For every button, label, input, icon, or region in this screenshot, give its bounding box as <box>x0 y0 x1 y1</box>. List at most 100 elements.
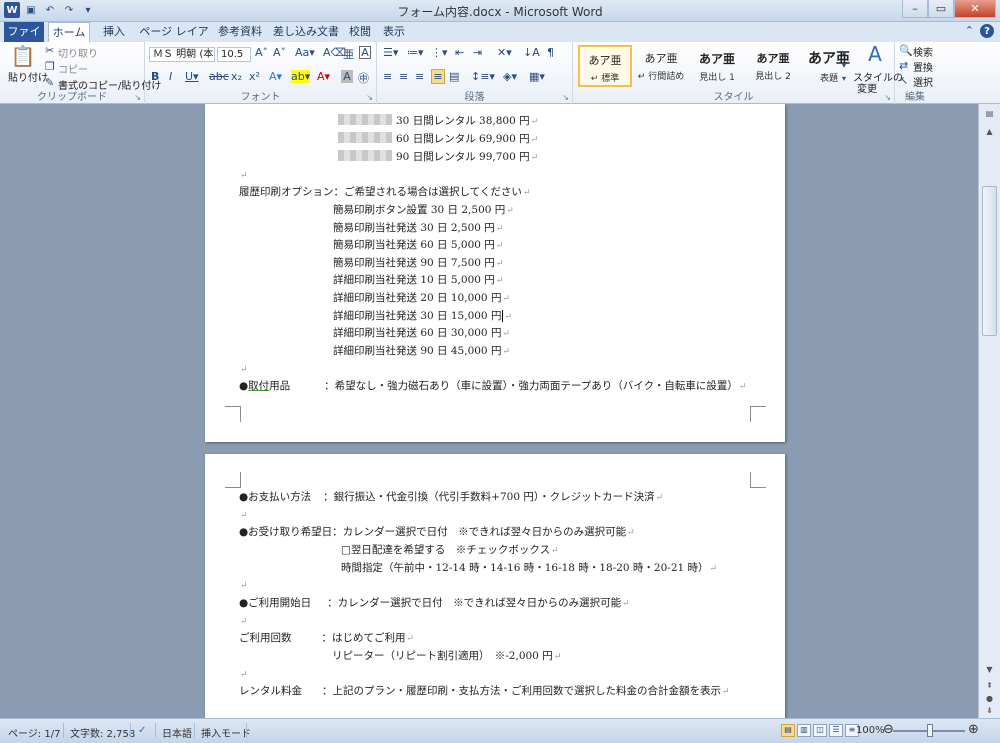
style-title[interactable]: あア亜 表題 <box>802 45 856 87</box>
zoom-in-icon[interactable]: ⊕ <box>968 722 979 737</box>
cut-button[interactable]: 切り取り <box>58 45 98 60</box>
paste-icon[interactable]: 📋 <box>10 44 36 68</box>
shrink-font-icon[interactable]: A˅ <box>273 46 286 59</box>
web-layout-icon[interactable]: ◫ <box>813 724 827 737</box>
enclose-char-icon[interactable]: ㊥ <box>358 70 369 86</box>
replace-icon[interactable]: ⇄ <box>899 59 908 72</box>
paste-button[interactable]: 貼り付け <box>8 69 48 84</box>
show-marks-icon[interactable]: ¶ <box>547 46 554 59</box>
minimize-ribbon-icon[interactable]: ⌃ <box>965 24 974 38</box>
multilevel-list-icon[interactable]: ⋮▾ <box>431 46 448 59</box>
page-2[interactable]: ●お支払い方法 ：銀行振込・代金引換（代引手数料+700 円）・クレジットカード決… <box>205 454 785 718</box>
align-center-icon[interactable]: ≡ <box>399 70 408 83</box>
tab-view[interactable]: 表示 <box>378 22 410 42</box>
page-count[interactable]: ページ: 1/7 <box>8 725 60 740</box>
help-icon[interactable]: ? <box>980 24 994 38</box>
browse-object-icon[interactable]: ● <box>982 693 997 705</box>
change-case-icon[interactable]: Aa▾ <box>295 46 315 59</box>
font-size-combo[interactable]: 10.5 <box>217 47 251 62</box>
style-no-spacing[interactable]: あア亜 ↵ 行間詰め <box>634 45 688 87</box>
bold-icon[interactable]: B <box>151 70 159 83</box>
change-styles-icon[interactable]: A <box>855 42 895 66</box>
full-screen-reading-icon[interactable]: ▥ <box>797 724 811 737</box>
word-count[interactable]: 文字数: 2,758 <box>70 725 135 740</box>
replace-button[interactable]: 置換 <box>913 59 933 74</box>
underline-icon[interactable]: U▾ <box>185 70 199 83</box>
document-area[interactable]: 30 日間レンタル 38,800 円↵ 60 日間レンタル 69,900 円↵ … <box>0 104 978 718</box>
find-icon[interactable]: 🔍 <box>899 44 913 57</box>
dialog-launcher-icon[interactable]: ↘ <box>366 93 373 102</box>
phonetic-guide-icon[interactable]: 亜 <box>343 46 354 62</box>
next-page-icon[interactable]: ⇟ <box>982 705 997 717</box>
sort-icon[interactable]: ↓A <box>523 46 540 59</box>
align-left-icon[interactable]: ≡ <box>383 70 392 83</box>
tab-file[interactable]: ファイル <box>4 22 44 58</box>
tab-page-layout[interactable]: ページ レイアウト <box>136 22 212 58</box>
char-shading-icon[interactable]: A <box>341 70 353 83</box>
style-heading-1[interactable]: あア亜 見出し 1 <box>690 45 744 87</box>
insert-mode[interactable]: 挿入モード <box>201 725 251 740</box>
subscript-icon[interactable]: x₂ <box>231 70 242 83</box>
distributed-icon[interactable]: ▤ <box>449 70 459 83</box>
print-layout-icon[interactable]: ▤ <box>781 724 795 737</box>
bullets-icon[interactable]: ☰▾ <box>383 46 398 59</box>
align-right-icon[interactable]: ≡ <box>415 70 424 83</box>
font-group: ＭＳ 明朝 (本 10.5 A˄ A˅ Aa▾ A⌫ 亜 A B I U▾ ab… <box>145 42 377 104</box>
scroll-down-icon[interactable]: ▼ <box>982 664 997 676</box>
empty-paragraph: ↵ <box>240 171 248 181</box>
increase-indent-icon[interactable]: ⇥ <box>473 46 482 59</box>
font-color-icon[interactable]: A▾ <box>317 70 330 83</box>
scroll-up-icon[interactable]: ▲ <box>982 126 997 138</box>
payment-line: ●お支払い方法 ：銀行振込・代金引換（代引手数料+700 円）・クレジットカード決… <box>239 491 664 503</box>
select-icon[interactable]: ↖ <box>899 74 908 87</box>
justify-icon[interactable]: ≡ <box>431 69 445 84</box>
zoom-slider-thumb[interactable] <box>927 724 933 737</box>
font-group-label: フォント <box>240 92 281 103</box>
minimize-button[interactable]: – <box>902 0 928 18</box>
outline-icon[interactable]: ☰ <box>829 724 843 737</box>
tab-references[interactable]: 参考資料 <box>214 22 266 42</box>
font-name-combo[interactable]: ＭＳ 明朝 (本 <box>149 47 215 62</box>
vertical-scrollbar[interactable]: ▤ ▲ ▼ ⇞ ● ⇟ <box>978 104 1000 718</box>
copy-icon[interactable]: ❐ <box>45 60 55 73</box>
ruler-toggle-icon[interactable]: ▤ <box>982 108 997 120</box>
select-button[interactable]: 選択 <box>913 74 933 89</box>
style-gallery-scroll-icon[interactable]: ▴ ▾ ▾ <box>842 46 846 85</box>
shading-icon[interactable]: ◈▾ <box>503 70 517 83</box>
char-border-icon[interactable]: A <box>359 46 371 59</box>
copy-button[interactable]: コピー <box>58 61 88 76</box>
language[interactable]: 日本語 <box>162 725 192 740</box>
page-1[interactable]: 30 日間レンタル 38,800 円↵ 60 日間レンタル 69,900 円↵ … <box>205 104 785 442</box>
tab-mailings[interactable]: 差し込み文書 <box>270 22 342 42</box>
scroll-thumb[interactable] <box>982 186 997 336</box>
zoom-level[interactable]: 100% <box>856 725 885 736</box>
find-button[interactable]: 検索 <box>913 44 933 59</box>
style-heading-2[interactable]: あア亜 見出し 2 <box>746 45 800 87</box>
grow-font-icon[interactable]: A˄ <box>255 46 268 59</box>
prev-page-icon[interactable]: ⇞ <box>982 680 997 692</box>
history-option: 詳細印刷当社発送 90 日 45,000 円↵ <box>333 345 510 357</box>
borders-icon[interactable]: ▦▾ <box>529 70 545 83</box>
tab-insert[interactable]: 挿入 <box>94 22 134 42</box>
decrease-indent-icon[interactable]: ⇤ <box>455 46 464 59</box>
italic-icon[interactable]: I <box>169 70 172 83</box>
maximize-button[interactable]: ▭ <box>928 0 954 18</box>
dialog-launcher-icon[interactable]: ↘ <box>562 93 569 102</box>
highlight-icon[interactable]: ab▾ <box>291 70 311 83</box>
history-option: 簡易印刷当社発送 30 日 2,500 円↵ <box>333 222 504 234</box>
blurred-product-name <box>338 114 392 125</box>
dialog-launcher-icon[interactable]: ↘ <box>884 93 891 102</box>
asian-layout-icon[interactable]: ✕▾ <box>497 46 512 59</box>
superscript-icon[interactable]: x² <box>249 70 260 83</box>
dialog-launcher-icon[interactable]: ↘ <box>134 93 141 102</box>
strikethrough-icon[interactable]: abc <box>209 70 229 83</box>
tab-review[interactable]: 校閲 <box>344 22 376 42</box>
tab-home[interactable]: ホーム <box>48 22 90 42</box>
close-button[interactable]: ✕ <box>954 0 996 18</box>
text-effects-icon[interactable]: A▾ <box>269 70 282 83</box>
numbering-icon[interactable]: ≔▾ <box>407 46 424 59</box>
line-spacing-icon[interactable]: ↕≡▾ <box>471 70 495 83</box>
proofing-icon[interactable]: ✓ <box>138 725 146 736</box>
style-normal[interactable]: あア亜 ↵ 標準 <box>578 45 632 87</box>
cut-icon[interactable]: ✂ <box>45 44 54 57</box>
